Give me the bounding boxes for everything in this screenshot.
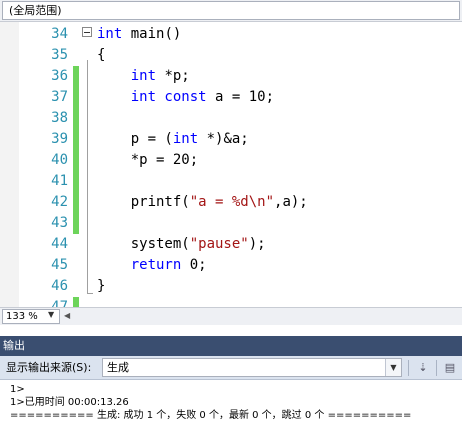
code-line[interactable]: 38 <box>0 108 462 129</box>
line-number: 35 <box>51 47 68 63</box>
line-number: 34 <box>51 26 68 42</box>
keyword-token: int <box>172 131 199 147</box>
code-token: main() <box>122 26 182 42</box>
zoom-level: 133 % <box>6 311 38 322</box>
change-indicator <box>73 213 79 234</box>
code-token: ,a); <box>274 194 308 210</box>
line-number: 39 <box>51 131 68 147</box>
code-line[interactable]: 34 int main() <box>0 24 462 45</box>
code-text: int *p; <box>97 66 190 87</box>
line-number: 41 <box>51 173 68 189</box>
code-token: p = ( <box>97 131 173 147</box>
code-token: *)&a; <box>198 131 249 147</box>
scope-label: (全局范围) <box>9 4 62 17</box>
code-text: *p = 20; <box>97 150 198 171</box>
outline-end <box>87 293 93 294</box>
code-line[interactable]: 40 *p = 20; <box>0 150 462 171</box>
change-indicator <box>73 108 79 129</box>
output-panel-title: 输出 <box>3 339 25 352</box>
output-source-dropdown[interactable]: 生成 ▼ <box>102 358 402 377</box>
code-line[interactable]: 43 <box>0 213 462 234</box>
code-line[interactable]: 42 printf("a = %d\n",a); <box>0 192 462 213</box>
code-line[interactable]: 44 system("pause"); <box>0 234 462 255</box>
change-indicator <box>73 171 79 192</box>
output-source-label: 显示输出来源(S): <box>6 361 92 374</box>
code-token: { <box>97 47 106 63</box>
scope-dropdown[interactable]: (全局范围) <box>2 1 460 20</box>
code-text: p = (int *)&a; <box>97 129 249 150</box>
keyword-token: int const <box>130 89 207 105</box>
outline-line <box>87 60 88 294</box>
output-line: 1> <box>10 384 25 395</box>
toolbar-separator <box>408 360 409 376</box>
line-number: 43 <box>51 215 68 231</box>
change-indicator <box>73 129 79 150</box>
code-text: int main() <box>97 24 181 45</box>
chevron-down-icon[interactable]: ▼ <box>385 359 401 376</box>
code-token: *p; <box>156 68 190 84</box>
code-token: a = 10; <box>206 89 275 105</box>
code-line[interactable]: 37 int const a = 10; <box>0 87 462 108</box>
scroll-left-icon[interactable]: ◀ <box>64 310 70 322</box>
code-line[interactable]: 36 int *p; <box>0 66 462 87</box>
editor-status-bar: 133 % ▼ ◀ <box>0 307 462 325</box>
line-number: 47 <box>51 299 68 307</box>
toolbar-separator <box>436 360 437 376</box>
line-number: 46 <box>51 278 68 294</box>
code-line[interactable]: 39 p = (int *)&a; <box>0 129 462 150</box>
change-indicator <box>73 192 79 213</box>
code-token: ); <box>248 236 266 252</box>
code-token: } <box>97 278 106 294</box>
output-source-value: 生成 <box>107 361 129 374</box>
code-text: return 0; <box>97 255 207 276</box>
output-line: ========== 生成: 成功 1 个，失败 0 个，最新 0 个，跳过 0… <box>10 410 412 421</box>
change-indicator <box>73 150 79 171</box>
code-text: } <box>97 276 105 297</box>
clear-all-icon[interactable]: ▤ <box>441 359 459 377</box>
code-line[interactable]: 45 return 0; <box>0 255 462 276</box>
code-text: int const a = 10; <box>97 87 274 108</box>
change-indicator <box>73 66 79 87</box>
line-number: 37 <box>51 89 68 105</box>
string-token: "pause" <box>189 236 249 252</box>
change-indicator <box>73 87 79 108</box>
code-line[interactable]: 47 <box>0 297 462 307</box>
keyword-token: int <box>97 26 123 42</box>
code-text: printf("a = %d\n",a); <box>97 192 308 213</box>
code-text: system("pause"); <box>97 234 266 255</box>
code-text: { <box>97 45 105 66</box>
chevron-down-icon[interactable]: ▼ <box>48 309 54 321</box>
keyword-token: int <box>130 68 157 84</box>
line-number: 42 <box>51 194 68 210</box>
line-number: 45 <box>51 257 68 273</box>
code-line[interactable]: 35 { <box>0 45 462 66</box>
line-number: 38 <box>51 110 68 126</box>
find-message-icon[interactable]: ⇣ <box>414 359 432 377</box>
code-line[interactable]: 41 <box>0 171 462 192</box>
code-token: 0; <box>181 257 207 273</box>
scope-bar: (全局范围) <box>0 0 462 22</box>
change-indicator <box>73 297 79 307</box>
code-editor[interactable]: 34 int main() 35{36 int *p; 37 int const a … <box>0 22 462 307</box>
output-text-area[interactable]: 1> 1>已用时间 00:00:13.26 ========== 生成: 成功 1 … <box>0 381 462 431</box>
output-line: 1>已用时间 00:00:13.26 <box>10 397 129 408</box>
output-toolbar: 显示输出来源(S): 生成 ▼ ⇣ ▤ <box>0 356 462 380</box>
code-token: system( <box>97 236 190 252</box>
line-number: 44 <box>51 236 68 252</box>
line-number: 40 <box>51 152 68 168</box>
code-token: printf( <box>97 194 190 210</box>
keyword-token: return <box>130 257 182 273</box>
line-number: 36 <box>51 68 68 84</box>
collapse-icon[interactable] <box>82 27 92 37</box>
code-line[interactable]: 46} <box>0 276 462 297</box>
output-panel-title-bar: 输出 <box>0 336 462 356</box>
code-token: *p = 20; <box>97 152 199 168</box>
string-token: "a = %d\n" <box>189 194 275 210</box>
